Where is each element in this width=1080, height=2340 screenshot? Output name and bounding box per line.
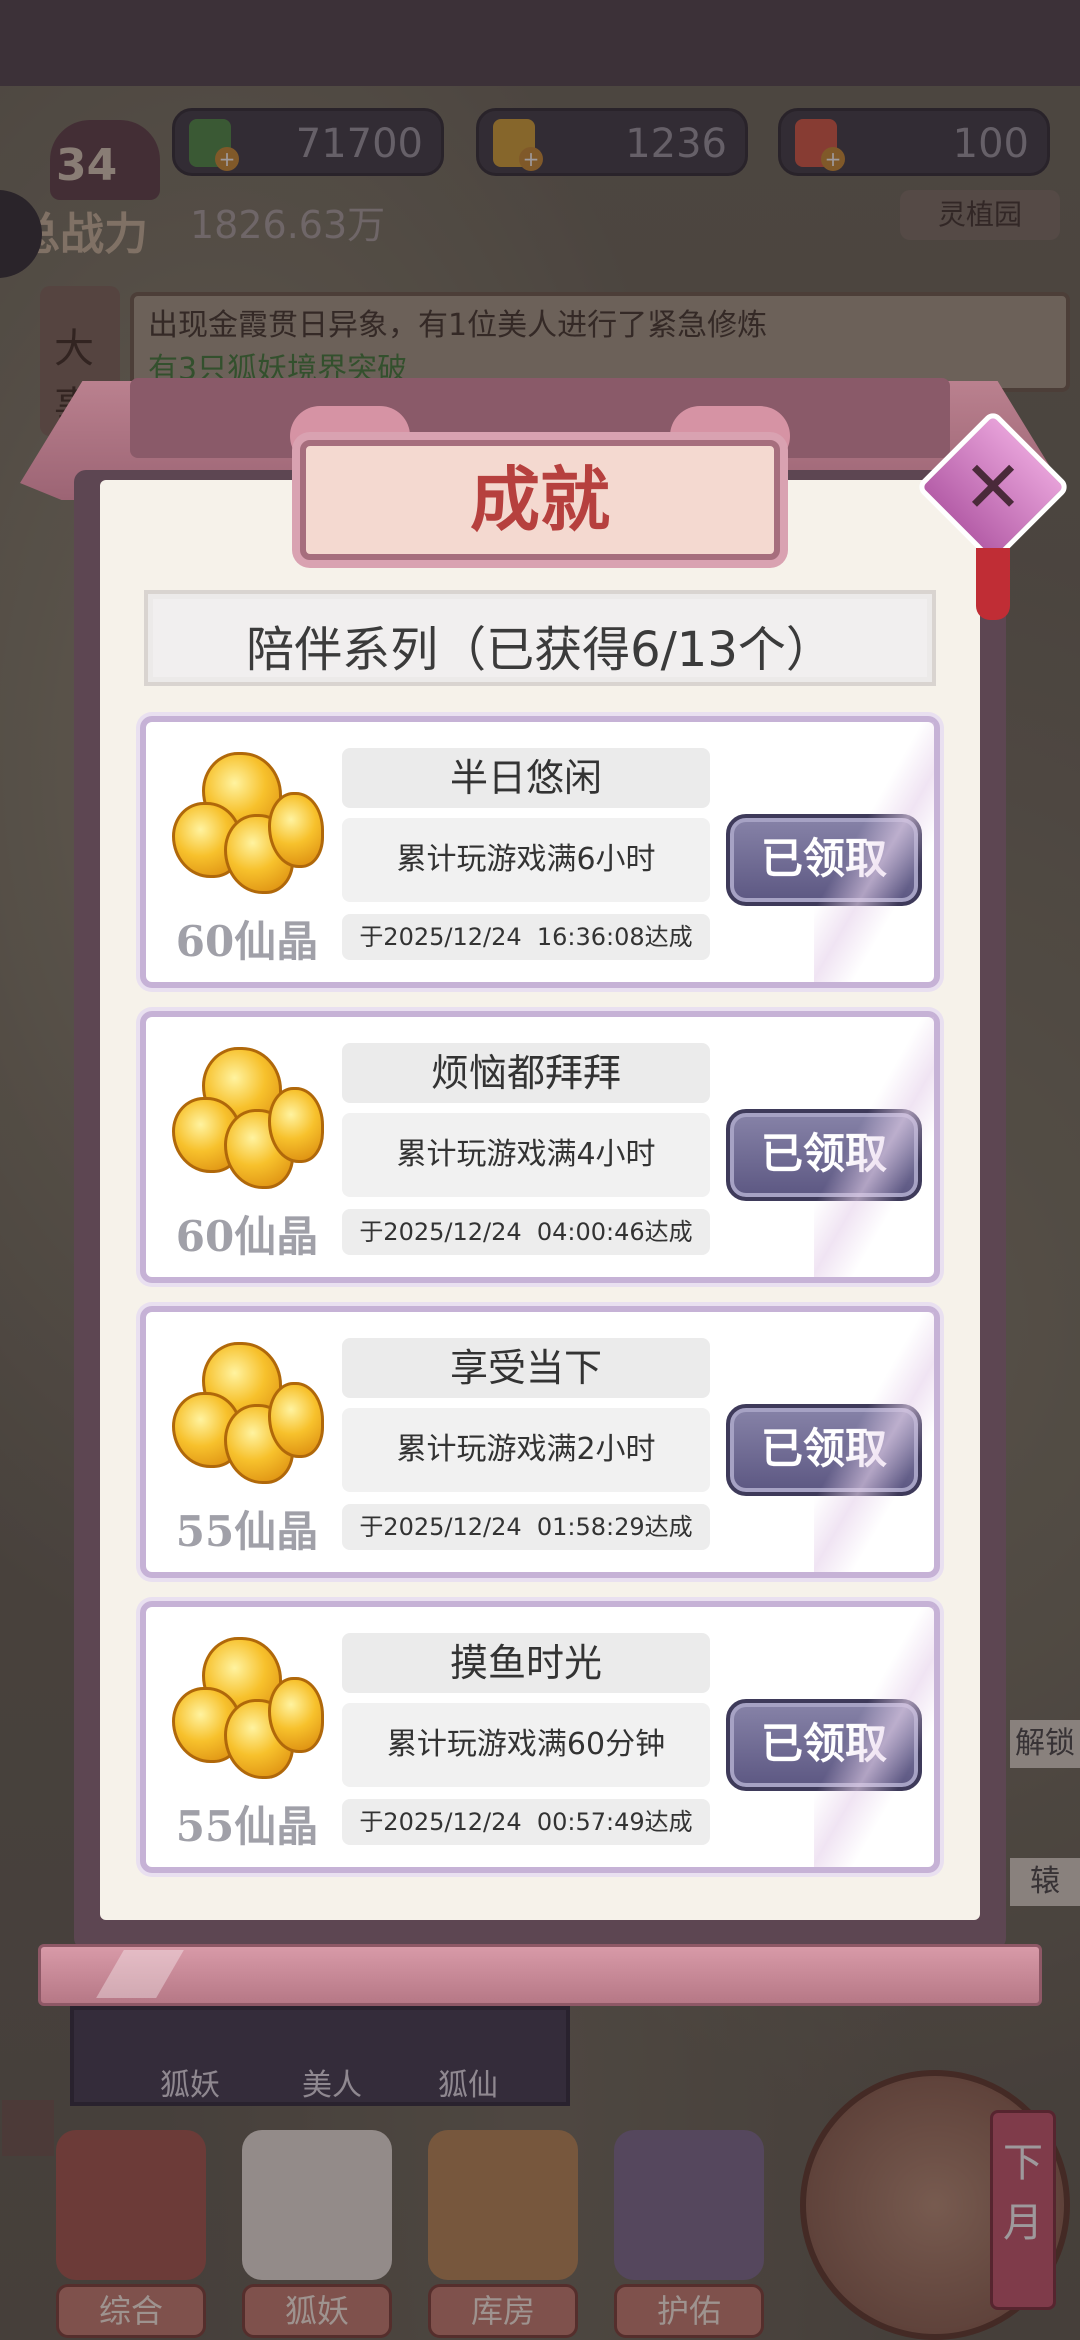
claimed-button[interactable]: 已领取 — [726, 1404, 922, 1496]
modal-title: 成就 — [470, 458, 610, 541]
close-icon[interactable]: ✕ — [938, 432, 1048, 542]
achievement-card: 60仙晶 烦恼都拜拜 累计玩游戏满4小时 于2025/12/24 04:00:4… — [140, 1011, 940, 1283]
reward-amount: 60仙晶 — [175, 917, 319, 966]
achievement-card: 55仙晶 享受当下 累计玩游戏满2小时 于2025/12/24 01:58:29… — [140, 1306, 940, 1578]
achievement-date: 于2025/12/24 04:00:46达成 — [342, 1209, 710, 1255]
achievement-name: 烦恼都拜拜 — [342, 1043, 710, 1103]
crystal-icon — [172, 1342, 324, 1492]
achievement-name: 摸鱼时光 — [342, 1633, 710, 1693]
crystal-icon — [172, 1637, 324, 1787]
achievement-date: 于2025/12/24 16:36:08达成 — [342, 914, 710, 960]
achievement-date: 于2025/12/24 00:57:49达成 — [342, 1799, 710, 1845]
achievement-name: 半日悠闲 — [342, 748, 710, 808]
series-header: 陪伴系列（已获得6/13个） — [144, 590, 936, 686]
achievement-desc: 累计玩游戏满2小时 — [342, 1408, 710, 1492]
achievement-card: 55仙晶 摸鱼时光 累计玩游戏满60分钟 于2025/12/24 00:57:4… — [140, 1601, 940, 1873]
achievement-name: 享受当下 — [342, 1338, 710, 1398]
modal-title-plaque: 成就 — [300, 440, 780, 560]
claimed-button[interactable]: 已领取 — [726, 814, 922, 906]
achievement-date: 于2025/12/24 01:58:29达成 — [342, 1504, 710, 1550]
series-header-text: 陪伴系列（已获得6/13个） — [246, 622, 834, 678]
reward-amount: 60仙晶 — [175, 1212, 319, 1261]
reward-amount: 55仙晶 — [175, 1802, 319, 1851]
claimed-button[interactable]: 已领取 — [726, 1109, 922, 1201]
reward-amount: 55仙晶 — [175, 1507, 319, 1556]
achievement-desc: 累计玩游戏满6小时 — [342, 818, 710, 902]
achievement-desc: 累计玩游戏满4小时 — [342, 1113, 710, 1197]
tassel-decoration — [976, 548, 1010, 620]
crystal-icon — [172, 1047, 324, 1197]
crystal-icon — [172, 752, 324, 902]
claimed-button[interactable]: 已领取 — [726, 1699, 922, 1791]
achievement-desc: 累计玩游戏满60分钟 — [342, 1703, 710, 1787]
achievement-card: 60仙晶 半日悠闲 累计玩游戏满6小时 于2025/12/24 16:36:08… — [140, 716, 940, 988]
modal-bottom-scroll — [38, 1944, 1042, 2006]
